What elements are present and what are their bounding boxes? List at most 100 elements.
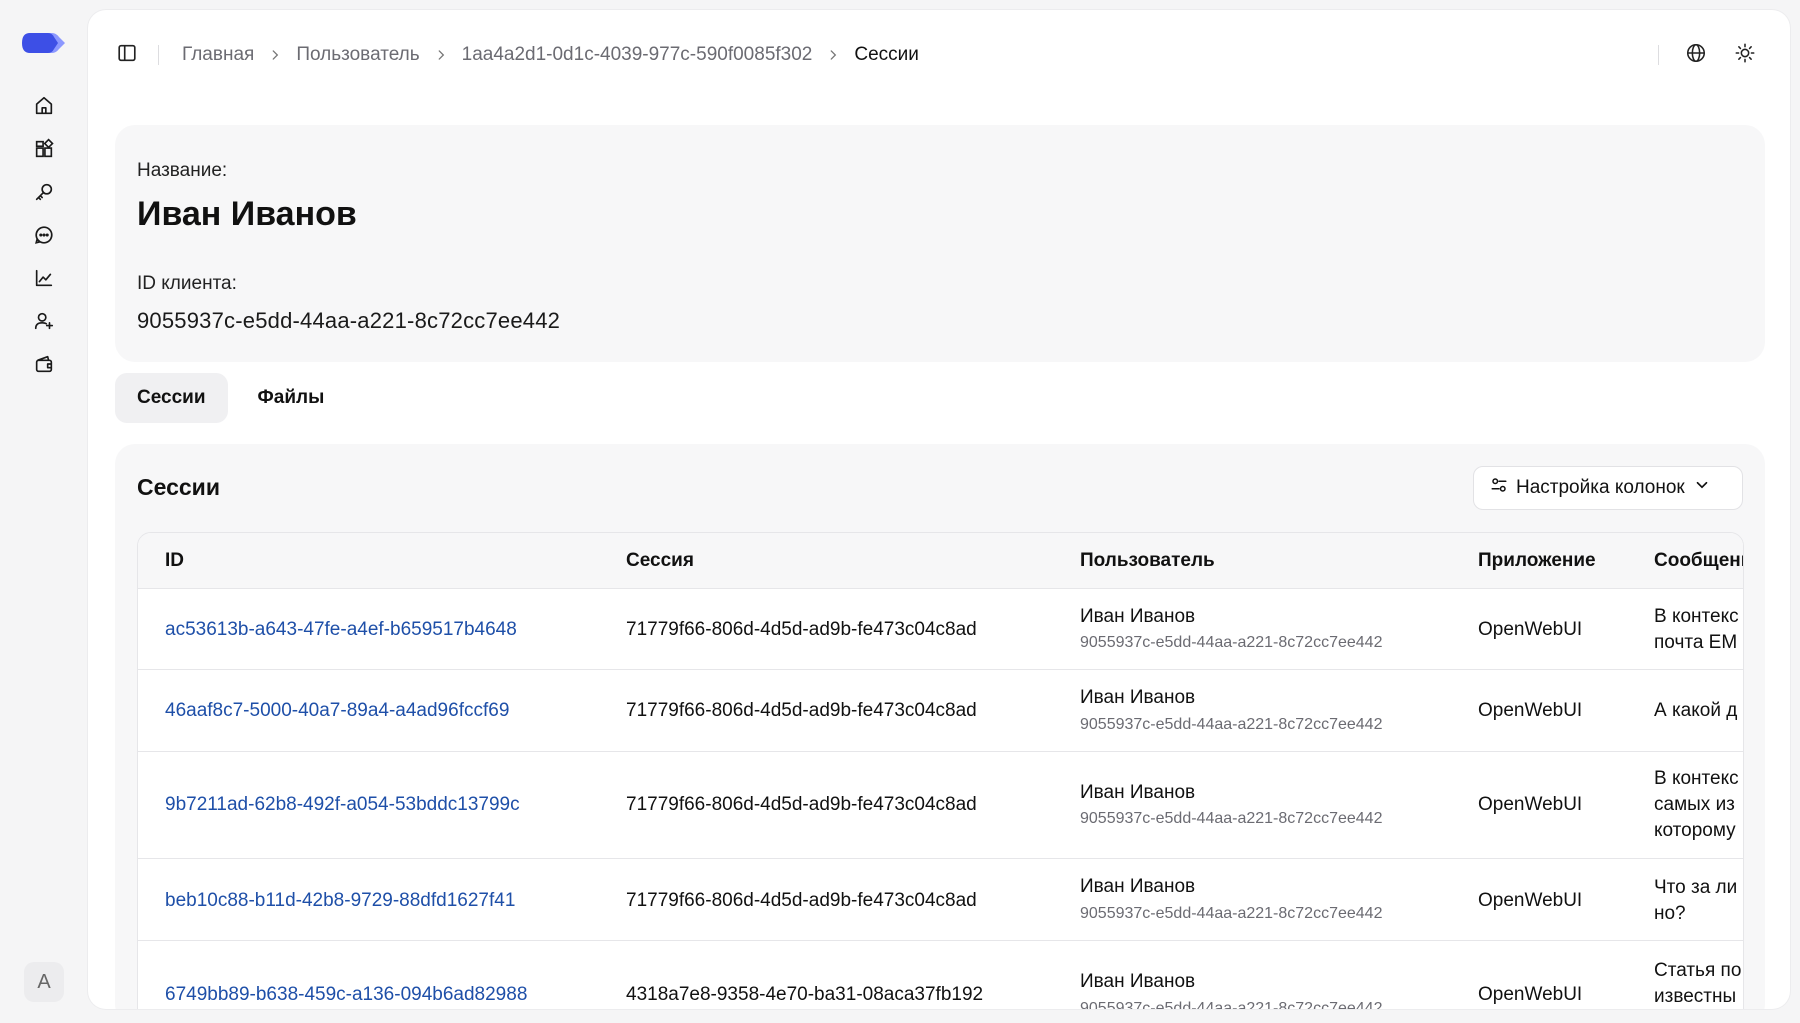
chevron-right-icon — [812, 48, 854, 62]
sidebar-toggle-icon — [116, 42, 138, 69]
client-id-value: 9055937c-e5dd-44aa-a221-8c72cc7ee442 — [137, 308, 561, 333]
column-settings-button[interactable]: Настройка колонок — [1473, 466, 1743, 510]
table-row[interactable]: ac53613b-a643-47fe-a4ef-b659517b4648 717… — [138, 589, 1743, 670]
user-name: Иван Иванов — [1080, 876, 1196, 897]
avatar[interactable]: A — [24, 962, 64, 1002]
wallet-icon — [33, 353, 55, 380]
session-value: 71779f66-806d-4d5d-ad9b-fe473c04c8ad — [626, 619, 977, 640]
session-id-link[interactable]: beb10c88-b11d-42b8-9729-88dfd1627f41 — [165, 890, 515, 912]
message-preview: В контекс почта ЕМ — [1654, 604, 1739, 656]
main-panel: Главная Пользователь 1aa4a2d1-0d1c-4039-… — [88, 10, 1790, 1009]
message-line: известны — [1654, 986, 1737, 1007]
message-preview: А какой д — [1654, 698, 1737, 724]
user-id: 9055937c-e5dd-44aa-a221-8c72cc7ee442 — [1080, 1000, 1383, 1009]
user-id: 9055937c-e5dd-44aa-a221-8c72cc7ee442 — [1080, 905, 1383, 922]
breadcrumb-home[interactable]: Главная — [182, 44, 254, 66]
header-message[interactable]: Сообщени — [1654, 550, 1743, 572]
app-name: OpenWebUI — [1478, 700, 1583, 721]
user-id: 9055937c-e5dd-44aa-a221-8c72cc7ee442 — [1080, 634, 1383, 651]
nav-users[interactable] — [27, 306, 61, 340]
message-preview: В контекс самых из которому — [1654, 766, 1739, 844]
chart-icon — [33, 267, 55, 294]
divider — [158, 45, 159, 65]
nav-home[interactable] — [27, 91, 61, 125]
app-name: OpenWebUI — [1478, 984, 1583, 1005]
language-button[interactable] — [1681, 40, 1711, 70]
message-line: самых из — [1654, 794, 1735, 815]
chevron-right-icon — [420, 48, 462, 62]
app-name: OpenWebUI — [1478, 890, 1583, 911]
table-header: ID Сессия Пользователь Приложение Сообще… — [138, 533, 1743, 589]
app-name: OpenWebUI — [1478, 794, 1583, 815]
user-plus-icon — [33, 310, 55, 337]
table-row[interactable]: beb10c88-b11d-42b8-9729-88dfd1627f41 717… — [138, 859, 1743, 941]
sidebar-toggle-button[interactable] — [114, 42, 140, 68]
nav-keys[interactable] — [27, 177, 61, 211]
sliders-icon — [1490, 476, 1508, 500]
header-session[interactable]: Сессия — [626, 550, 694, 572]
app-name: OpenWebUI — [1478, 619, 1583, 640]
nav-billing[interactable] — [27, 349, 61, 383]
header-id[interactable]: ID — [165, 550, 184, 572]
user-name: Иван Иванов — [1080, 606, 1196, 627]
tabs: Сессии Файлы — [115, 373, 346, 423]
table-row[interactable]: 6749bb89-b638-459c-a136-094b6ad82988 431… — [138, 941, 1743, 1009]
message-line: которому — [1654, 820, 1736, 841]
sessions-title: Сессии — [137, 474, 220, 500]
session-id-link[interactable]: 6749bb89-b638-459c-a136-094b6ad82988 — [165, 984, 527, 1006]
nav-chats[interactable] — [27, 220, 61, 254]
session-value: 71779f66-806d-4d5d-ad9b-fe473c04c8ad — [626, 794, 977, 815]
session-id-link[interactable]: ac53613b-a643-47fe-a4ef-b659517b4648 — [165, 619, 517, 641]
message-line: Статья по — [1654, 960, 1742, 981]
sessions-table: ID Сессия Пользователь Приложение Сообще… — [137, 532, 1744, 1009]
user-id: 9055937c-e5dd-44aa-a221-8c72cc7ee442 — [1080, 716, 1383, 733]
breadcrumb-user[interactable]: Пользователь — [296, 44, 419, 66]
nav-widgets[interactable] — [27, 134, 61, 168]
message-line: А какой д — [1654, 700, 1738, 721]
client-id-label: ID клиента: — [137, 273, 237, 294]
divider — [1658, 45, 1659, 65]
session-id-link[interactable]: 46aaf8c7-5000-40a7-89a4-a4ad96fccf69 — [165, 700, 509, 722]
top-bar: Главная Пользователь 1aa4a2d1-0d1c-4039-… — [88, 10, 1790, 98]
breadcrumb-current: Сессии — [854, 44, 919, 65]
user-id: 9055937c-e5dd-44aa-a221-8c72cc7ee442 — [1080, 810, 1383, 827]
breadcrumb: Главная Пользователь 1aa4a2d1-0d1c-4039-… — [182, 40, 919, 70]
message-line: В контекс — [1654, 606, 1739, 627]
table-row[interactable]: 46aaf8c7-5000-40a7-89a4-a4ad96fccf69 717… — [138, 670, 1743, 752]
session-value: 71779f66-806d-4d5d-ad9b-fe473c04c8ad — [626, 700, 977, 721]
theme-toggle-button[interactable] — [1730, 40, 1760, 70]
column-settings-label: Настройка колонок — [1516, 477, 1685, 498]
sessions-card: Сессии Настройка колонок ID Сессия Польз… — [115, 444, 1765, 1009]
home-icon — [33, 95, 55, 122]
tab-files[interactable]: Файлы — [236, 373, 347, 423]
widgets-icon — [33, 137, 55, 165]
breadcrumb-user-id[interactable]: 1aa4a2d1-0d1c-4039-977c-590f0085f302 — [462, 44, 813, 66]
client-info-card: Название: Иван Иванов ID клиента: 905593… — [115, 125, 1765, 362]
message-line: почта ЕМ — [1654, 632, 1738, 653]
user-name: Иван Иванов — [1080, 687, 1196, 708]
message-line: Что за ли — [1654, 877, 1738, 898]
nav-analytics[interactable] — [27, 263, 61, 297]
session-id-link[interactable]: 9b7211ad-62b8-492f-a054-53bddc13799c — [165, 794, 520, 816]
chat-icon — [33, 224, 55, 251]
chevron-down-icon — [1693, 476, 1711, 500]
header-app[interactable]: Приложение — [1478, 550, 1596, 572]
sun-icon — [1734, 42, 1756, 69]
tab-sessions[interactable]: Сессии — [115, 373, 228, 423]
message-preview: Статья по известны — [1654, 958, 1741, 1009]
name-label: Название: — [137, 160, 228, 181]
message-preview: Что за ли но? — [1654, 875, 1737, 927]
client-name: Иван Иванов — [137, 195, 357, 233]
message-line: но? — [1654, 903, 1686, 924]
logo[interactable] — [22, 30, 66, 56]
user-name: Иван Иванов — [1080, 782, 1196, 803]
avatar-letter: A — [37, 970, 51, 993]
left-rail: A — [0, 0, 88, 1023]
chevron-right-icon — [254, 48, 296, 62]
table-row[interactable]: 9b7211ad-62b8-492f-a054-53bddc13799c 717… — [138, 752, 1743, 859]
key-icon — [33, 181, 55, 208]
session-value: 71779f66-806d-4d5d-ad9b-fe473c04c8ad — [626, 890, 977, 911]
globe-icon — [1685, 42, 1707, 69]
session-value: 4318a7e8-9358-4e70-ba31-08aca37fb192 — [626, 984, 984, 1005]
header-user[interactable]: Пользователь — [1080, 550, 1215, 572]
